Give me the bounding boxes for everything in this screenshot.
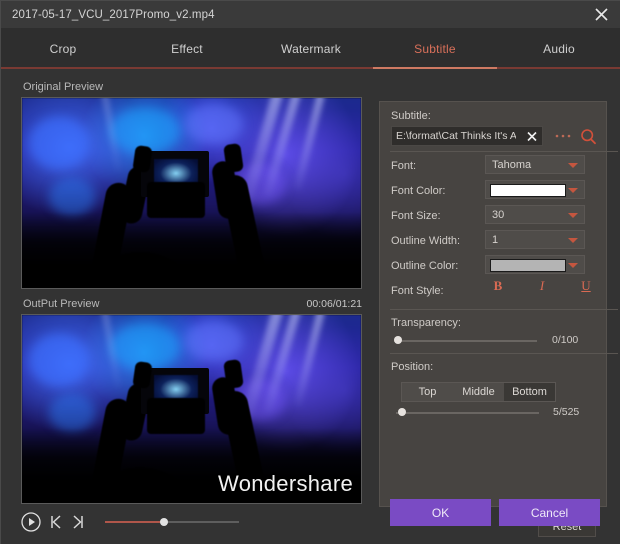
transparency-track (394, 340, 537, 342)
font-color-select[interactable] (485, 180, 585, 199)
window-title: 2017-05-17_VCU_2017Promo_v2.mp4 (12, 8, 215, 21)
play-icon (21, 512, 41, 532)
font-select[interactable]: Tahoma (485, 155, 585, 174)
position-value: 5/525 (553, 406, 580, 418)
bold-button[interactable]: B (487, 278, 509, 294)
tab-audio[interactable]: Audio (497, 28, 620, 69)
seek-slider[interactable] (105, 516, 239, 528)
output-preview-label: OutPut Preview (23, 298, 100, 310)
subtitle-field-label: Subtitle: (391, 110, 431, 122)
search-icon (580, 128, 596, 144)
player-controls (21, 505, 371, 539)
transparency-handle[interactable] (394, 336, 402, 344)
tab-crop[interactable]: Crop (1, 28, 125, 69)
original-preview-label: Original Preview (23, 81, 104, 93)
output-preview-frame[interactable]: Wondershare (21, 314, 362, 504)
outline-width-label: Outline Width: (391, 235, 461, 247)
output-preview-image: Wondershare (22, 315, 361, 503)
tab-bar: Crop Effect Watermark Subtitle Audio (1, 28, 620, 69)
browse-subtitle-button[interactable] (552, 126, 574, 146)
ellipsis-icon (555, 134, 571, 138)
subtitle-path-input[interactable]: E:\format\Cat Thinks It's A Dog (391, 126, 543, 146)
position-option-bottom[interactable]: Bottom (504, 383, 555, 401)
subtitle-path-value: E:\format\Cat Thinks It's A Dog (396, 130, 516, 142)
divider (390, 309, 618, 310)
position-handle[interactable] (398, 408, 406, 416)
close-icon (594, 8, 608, 21)
subtitle-overlay-text: Wondershare (218, 471, 353, 496)
tab-effect[interactable]: Effect (125, 28, 249, 69)
clear-subtitle-button[interactable] (525, 129, 539, 149)
position-track (396, 412, 539, 414)
chevron-down-icon (568, 238, 578, 243)
play-button[interactable] (21, 512, 41, 532)
tab-watermark[interactable]: Watermark (249, 28, 373, 69)
font-style-label: Font Style: (391, 285, 444, 297)
font-label: Font: (391, 160, 417, 172)
outline-color-select[interactable] (485, 255, 585, 274)
video-editor-dialog: 2017-05-17_VCU_2017Promo_v2.mp4 Crop Eff… (0, 0, 620, 544)
previous-frame-button[interactable] (49, 514, 63, 530)
position-label: Position: (391, 361, 434, 373)
skip-next-icon (73, 515, 83, 529)
outline-width-value: 1 (492, 233, 499, 246)
dialog-body: Original Preview OutPut Preview 00:06/01… (1, 69, 620, 544)
preview-timestamp: 00:06/01:21 (306, 298, 362, 310)
outline-width-select[interactable]: 1 (485, 230, 585, 249)
chevron-down-icon (568, 263, 578, 268)
font-style-group: B I U (487, 278, 597, 294)
chevron-down-icon (568, 213, 578, 218)
close-icon (527, 131, 537, 142)
divider (390, 151, 618, 152)
italic-button[interactable]: I (531, 278, 553, 294)
outline-color-swatch (490, 259, 566, 272)
font-size-select[interactable]: 30 (485, 205, 585, 224)
next-frame-button[interactable] (71, 514, 85, 530)
divider (390, 353, 618, 354)
seek-handle[interactable] (159, 518, 168, 526)
transparency-label: Transparency: (391, 317, 461, 329)
subtitle-settings-panel: Subtitle: E:\format\Cat Thinks It's A Do… (379, 101, 618, 537)
position-segmented-control: Top Middle Bottom (401, 382, 556, 402)
font-size-value: 30 (492, 208, 505, 221)
seek-fill (105, 521, 164, 523)
underline-button[interactable]: U (575, 278, 597, 294)
cancel-button[interactable]: Cancel (499, 499, 600, 526)
title-bar: 2017-05-17_VCU_2017Promo_v2.mp4 (1, 1, 620, 28)
font-color-label: Font Color: (391, 185, 446, 197)
transparency-slider[interactable] (394, 336, 537, 346)
position-slider[interactable] (396, 408, 539, 418)
outline-color-label: Outline Color: (391, 260, 459, 272)
original-preview-frame[interactable] (21, 97, 362, 289)
position-option-middle[interactable]: Middle (453, 383, 504, 401)
chevron-down-icon (568, 163, 578, 168)
search-subtitle-button[interactable] (576, 124, 600, 148)
font-value: Tahoma (492, 158, 532, 171)
position-option-top[interactable]: Top (402, 383, 453, 401)
original-preview-image (22, 98, 361, 288)
ok-button[interactable]: OK (390, 499, 491, 526)
chevron-down-icon (568, 188, 578, 193)
skip-previous-icon (51, 515, 61, 529)
tab-subtitle[interactable]: Subtitle (373, 28, 497, 69)
preview-column: Original Preview OutPut Preview 00:06/01… (1, 69, 376, 544)
close-button[interactable] (581, 1, 620, 28)
transparency-value: 0/100 (552, 334, 579, 346)
font-color-swatch (490, 184, 566, 197)
font-size-label: Font Size: (391, 210, 441, 222)
